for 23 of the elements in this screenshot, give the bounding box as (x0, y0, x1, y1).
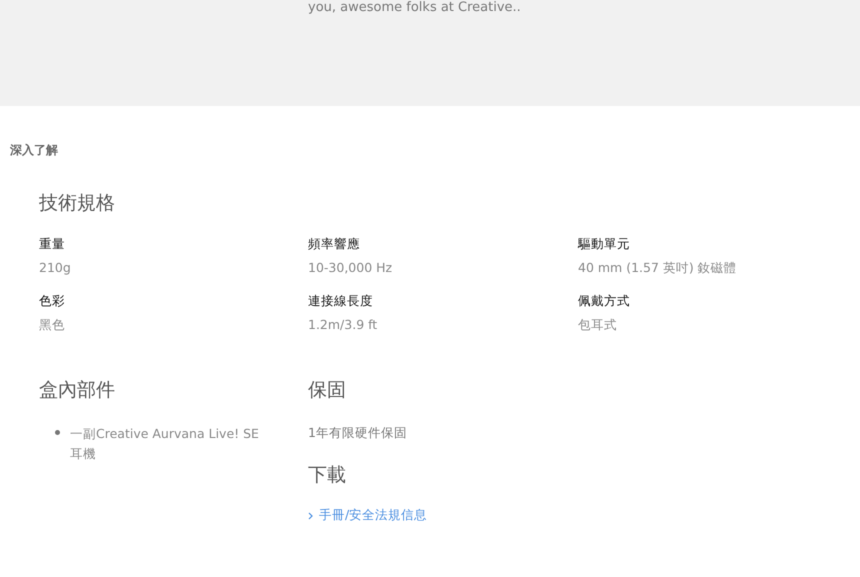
bullet-icon (55, 430, 60, 435)
spec-value: 1.2m/3.9 ft (308, 316, 378, 333)
downloads-heading: 下載 (308, 463, 347, 487)
spec-label: 連接線長度 (308, 292, 374, 309)
spec-label: 佩戴方式 (578, 292, 631, 309)
spec-label: 重量 (39, 235, 66, 252)
section-title: 深入了解 (10, 142, 59, 159)
spec-value: 包耳式 (578, 316, 618, 333)
in-box-heading: 盒內部件 (39, 378, 116, 402)
warranty-text: 1年有限硬件保固 (308, 424, 408, 441)
spec-label: 頻率響應 (308, 235, 361, 252)
spec-value: 40 mm (1.57 英吋) 釹磁體 (578, 259, 738, 276)
spec-label: 驅動單元 (578, 235, 631, 252)
spec-value: 黑色 (39, 316, 66, 333)
specs-heading: 技術規格 (39, 191, 116, 215)
box-item: 一副Creative Aurvana Live! SE耳機 (70, 425, 260, 463)
download-link[interactable]: 手冊/安全法規信息 (308, 507, 428, 524)
chevron-right-icon (308, 512, 313, 520)
banner-text: you, awesome folks at Creative.. (308, 0, 522, 16)
spec-value: 210g (39, 259, 72, 276)
spec-label: 色彩 (39, 292, 66, 309)
warranty-heading: 保固 (308, 378, 347, 402)
spec-value: 10-30,000 Hz (308, 259, 394, 276)
